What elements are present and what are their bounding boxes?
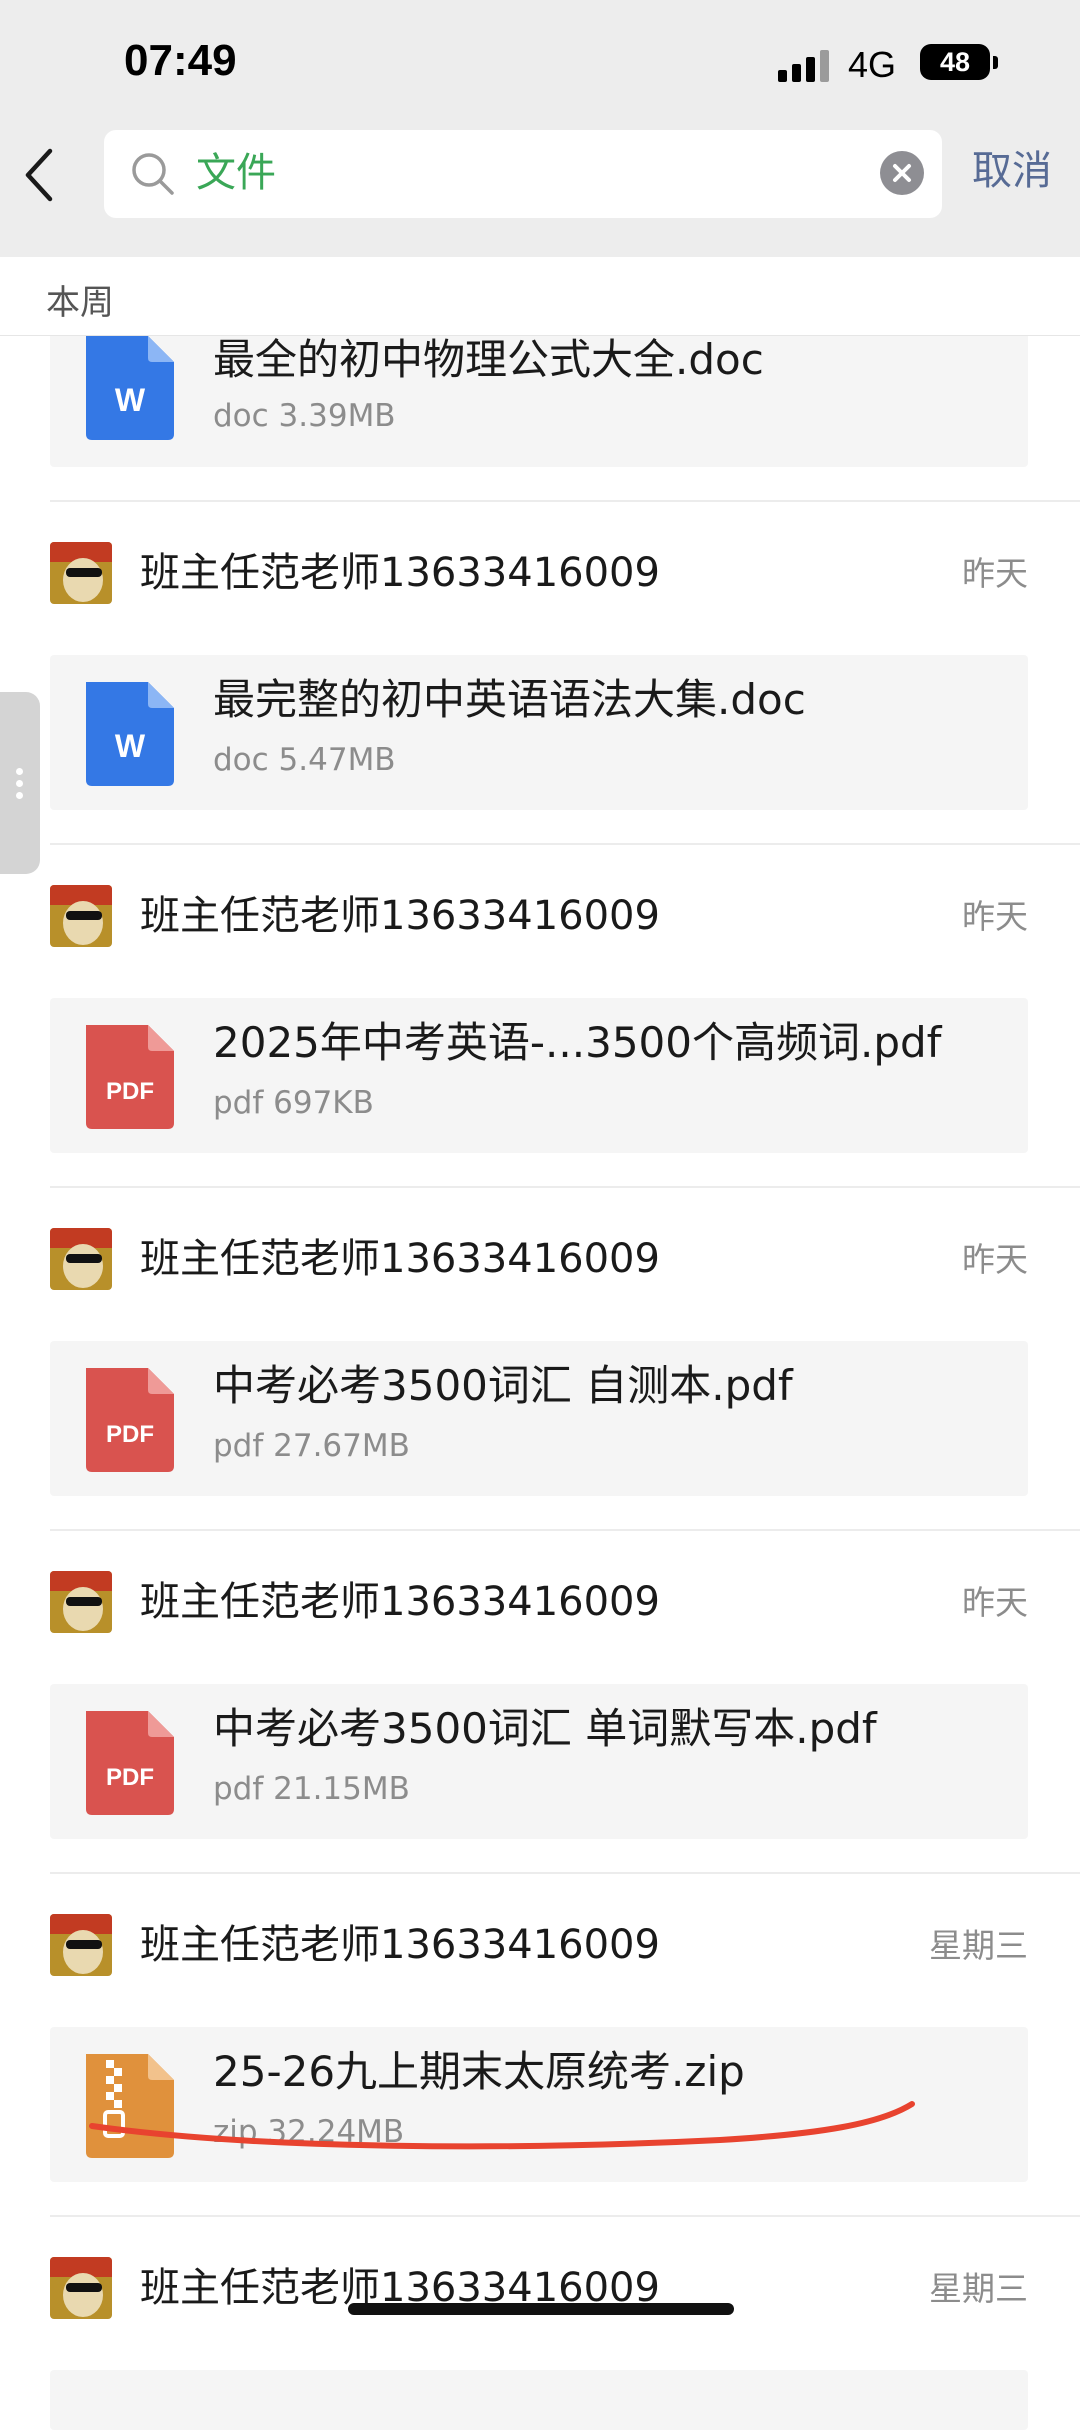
file-meta: pdf 21.15MB xyxy=(213,1771,410,1807)
sender-row[interactable]: 班主任范老师13633416009 昨天 xyxy=(0,1188,1080,1341)
divider xyxy=(50,1496,1080,1531)
message-date: 昨天 xyxy=(962,1583,1028,1622)
file-name: 最全的初中物理公式大全.doc xyxy=(213,335,764,384)
word-doc-icon: W xyxy=(86,682,174,786)
divider xyxy=(50,810,1080,845)
zip-icon xyxy=(86,2054,174,2158)
clear-search-button[interactable] xyxy=(880,151,924,195)
pdf-icon: PDF xyxy=(86,1711,174,1815)
sender-name: 班主任范老师13633416009 xyxy=(140,893,660,939)
avatar xyxy=(50,1228,112,1290)
avatar xyxy=(50,1571,112,1633)
file-meta: doc 3.39MB xyxy=(213,398,396,434)
file-name: 中考必考3500词汇 自测本.pdf xyxy=(213,1361,793,1410)
pdf-icon-label: PDF xyxy=(106,1421,154,1448)
sender-name: 班主任范老师13633416009 xyxy=(140,550,660,596)
search-icon xyxy=(132,153,174,195)
floating-side-handle[interactable] xyxy=(0,692,40,874)
avatar xyxy=(50,885,112,947)
avatar xyxy=(50,542,112,604)
file-card[interactable]: PDF 中考必考3500词汇 自测本.pdf pdf 27.67MB xyxy=(50,1341,1028,1496)
divider xyxy=(50,467,1080,502)
file-meta: doc 5.47MB xyxy=(213,742,396,778)
sender-row[interactable]: 班主任范老师13633416009 星期三 xyxy=(0,2217,1080,2370)
avatar xyxy=(50,2257,112,2319)
pdf-icon-label: PDF xyxy=(106,1764,154,1791)
cancel-button[interactable]: 取消 xyxy=(972,146,1052,196)
sender-name: 班主任范老师13633416009 xyxy=(140,1922,660,1968)
signal-icon xyxy=(778,48,832,82)
sender-row[interactable]: 班主任范老师13633416009 昨天 xyxy=(0,845,1080,998)
file-card[interactable]: 25-26九上期末太原统考.zip zip 32.24MB xyxy=(50,2027,1028,2182)
file-meta: pdf 27.67MB xyxy=(213,1428,410,1464)
word-icon-label: W xyxy=(115,382,146,418)
file-card[interactable] xyxy=(50,2370,1028,2430)
message-date: 昨天 xyxy=(962,1240,1028,1279)
section-header: 本周 xyxy=(0,257,1080,336)
file-card[interactable]: W 最完整的初中英语语法大集.doc doc 5.47MB xyxy=(50,655,1028,810)
file-card[interactable]: PDF 2025年中考英语-...3500个高频词.pdf pdf 697KB xyxy=(50,998,1028,1153)
close-icon xyxy=(893,164,911,182)
sender-name: 班主任范老师13633416009 xyxy=(140,1236,660,1282)
word-icon-label: W xyxy=(115,728,146,764)
file-name: 中考必考3500词汇 单词默写本.pdf xyxy=(213,1704,877,1753)
file-card[interactable]: PDF 中考必考3500词汇 单词默写本.pdf pdf 21.15MB xyxy=(50,1684,1028,1839)
sender-name: 班主任范老师13633416009 xyxy=(140,1579,660,1625)
battery-icon: 48 xyxy=(920,44,990,80)
top-bar: 07:49 4G 48 文件 取消 xyxy=(0,0,1080,257)
file-meta: pdf 697KB xyxy=(213,1085,374,1121)
network-type: 4G xyxy=(848,44,897,85)
sender-row[interactable]: 班主任范老师13633416009 昨天 xyxy=(0,1531,1080,1684)
chevron-left-icon xyxy=(25,148,53,202)
divider xyxy=(50,1153,1080,1188)
search-input[interactable]: 文件 xyxy=(196,148,276,198)
pdf-icon: PDF xyxy=(86,1025,174,1129)
file-list: W 最全的初中物理公式大全.doc doc 3.39MB 班主任范老师13633… xyxy=(0,335,1080,2430)
status-time: 07:49 xyxy=(124,36,237,85)
word-doc-icon: W xyxy=(86,336,174,440)
pdf-icon: PDF xyxy=(86,1368,174,1472)
sender-row[interactable]: 班主任范老师13633416009 昨天 xyxy=(0,502,1080,655)
avatar xyxy=(50,1914,112,1976)
file-name: 25-26九上期末太原统考.zip xyxy=(213,2047,745,2096)
file-card[interactable]: W 最全的初中物理公式大全.doc doc 3.39MB xyxy=(50,335,1028,467)
battery-cap xyxy=(993,56,998,69)
message-date: 昨天 xyxy=(962,897,1028,936)
section-label: 本周 xyxy=(46,283,114,323)
message-date: 昨天 xyxy=(962,554,1028,593)
sender-row[interactable]: 班主任范老师13633416009 星期三 xyxy=(0,1874,1080,2027)
file-meta: zip 32.24MB xyxy=(213,2114,405,2150)
back-button[interactable] xyxy=(20,145,60,205)
file-name: 2025年中考英语-...3500个高频词.pdf xyxy=(213,1018,942,1067)
message-date: 星期三 xyxy=(929,1926,1028,1965)
divider xyxy=(50,1839,1080,1874)
message-date: 星期三 xyxy=(929,2269,1028,2308)
home-indicator xyxy=(348,2303,734,2315)
pdf-icon-label: PDF xyxy=(106,1078,154,1105)
search-bar[interactable]: 文件 xyxy=(104,130,942,218)
divider xyxy=(50,2182,1080,2217)
file-name: 最完整的初中英语语法大集.doc xyxy=(213,675,806,724)
